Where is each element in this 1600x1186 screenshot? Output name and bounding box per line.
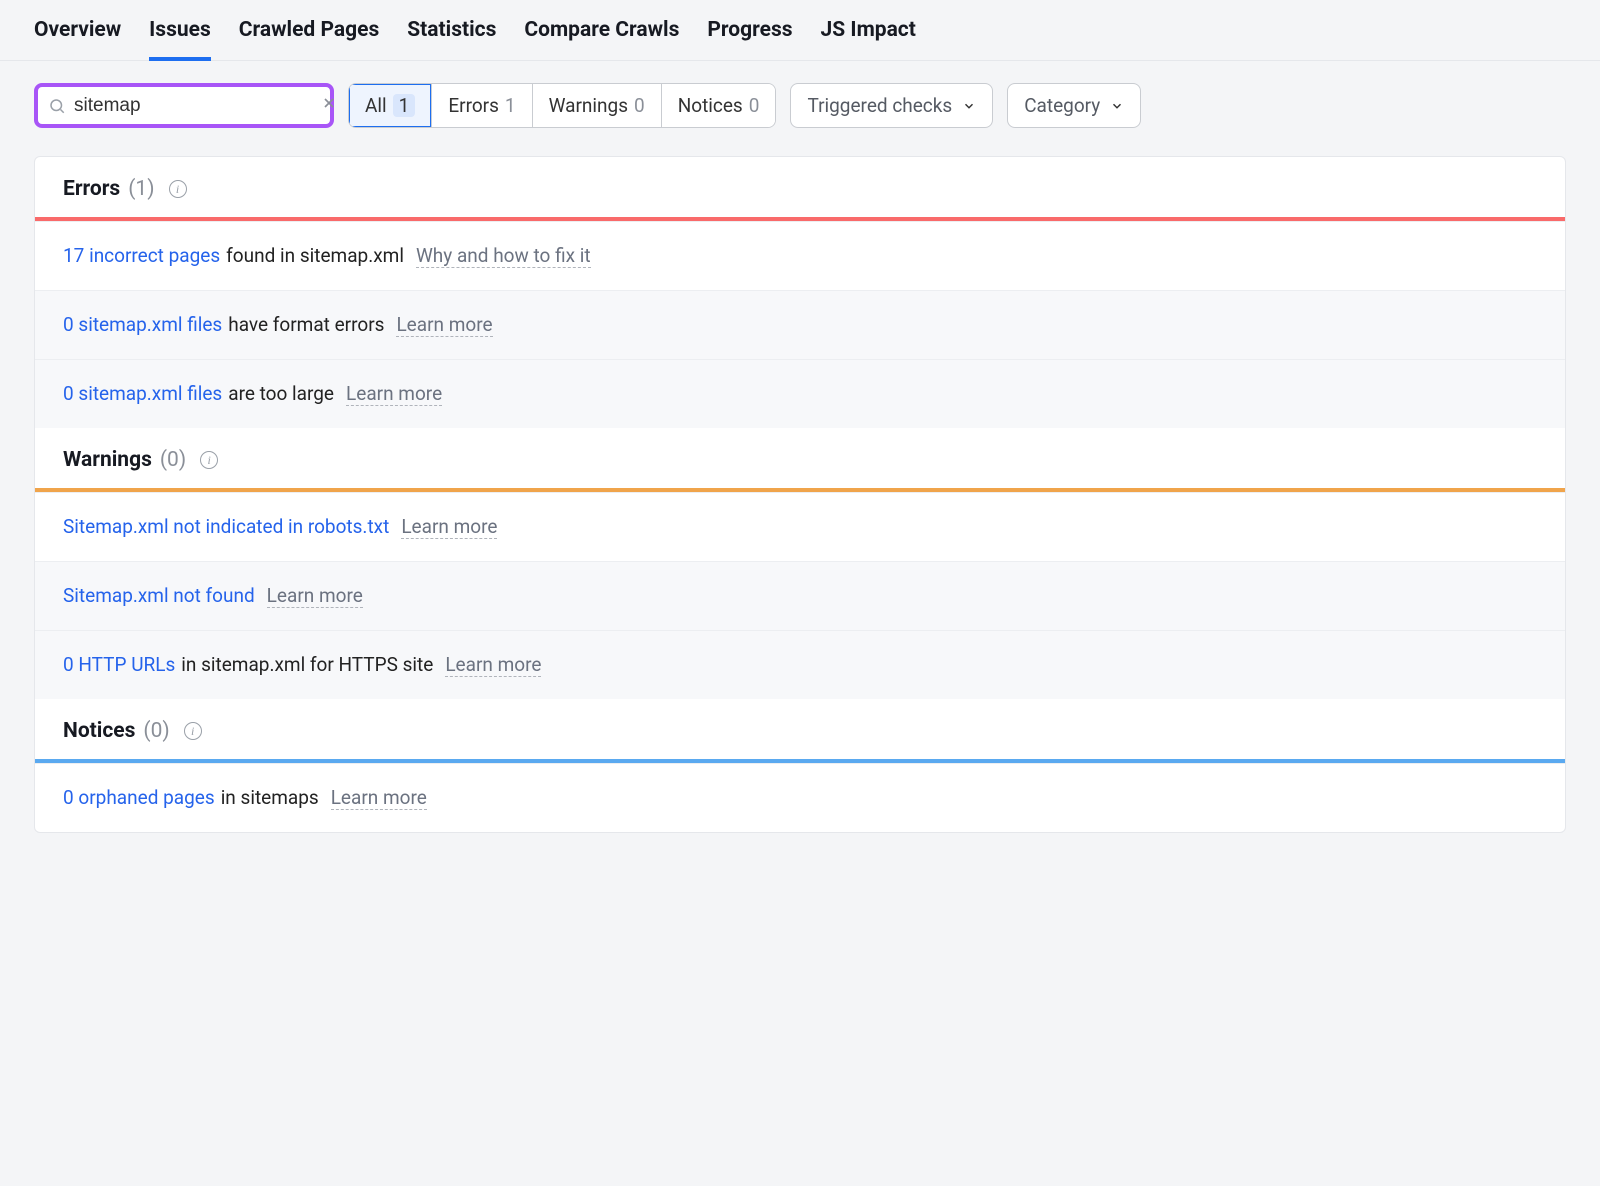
notices-count: (0) bbox=[143, 719, 169, 743]
issue-link[interactable]: Sitemap.xml not found bbox=[63, 584, 255, 607]
issue-row[interactable]: Sitemap.xml not found Learn more bbox=[35, 561, 1565, 630]
issue-text: have format errors bbox=[228, 313, 384, 336]
info-icon[interactable]: i bbox=[200, 451, 218, 469]
issue-row[interactable]: 17 incorrect pages found in sitemap.xml W… bbox=[35, 221, 1565, 290]
filter-notices[interactable]: Notices 0 bbox=[662, 84, 776, 127]
learn-more-link[interactable]: Learn more bbox=[331, 786, 427, 810]
errors-section-header: Errors (1) i bbox=[35, 157, 1565, 217]
issue-row[interactable]: 0 sitemap.xml files are too large Learn m… bbox=[35, 359, 1565, 428]
issue-row[interactable]: Sitemap.xml not indicated in robots.txt L… bbox=[35, 492, 1565, 561]
issue-link[interactable]: 0 HTTP URLs bbox=[63, 653, 175, 676]
issue-link[interactable]: 0 orphaned pages bbox=[63, 786, 215, 809]
issue-link[interactable]: 0 sitemap.xml files bbox=[63, 313, 222, 336]
filter-notices-count: 0 bbox=[749, 94, 760, 117]
chevron-down-icon bbox=[1110, 99, 1124, 113]
warnings-list: Sitemap.xml not indicated in robots.txt L… bbox=[35, 492, 1565, 699]
filter-all[interactable]: All 1 bbox=[349, 84, 432, 127]
issue-text: found in sitemap.xml bbox=[226, 244, 404, 267]
tabbar: Overview Issues Crawled Pages Statistics… bbox=[0, 0, 1600, 61]
issues-panel: Errors (1) i 17 incorrect pages found in… bbox=[34, 156, 1566, 833]
triggered-checks-label: Triggered checks bbox=[807, 94, 952, 117]
issue-link[interactable]: 17 incorrect pages bbox=[63, 244, 220, 267]
learn-more-link[interactable]: Learn more bbox=[396, 313, 492, 337]
learn-more-link[interactable]: Why and how to fix it bbox=[416, 244, 591, 268]
info-icon[interactable]: i bbox=[184, 722, 202, 740]
tab-compare-crawls[interactable]: Compare Crawls bbox=[524, 18, 679, 60]
search-icon bbox=[48, 97, 66, 115]
filter-errors-label: Errors bbox=[448, 94, 499, 117]
learn-more-link[interactable]: Learn more bbox=[267, 584, 363, 608]
search-input[interactable] bbox=[74, 95, 319, 117]
filter-notices-label: Notices bbox=[678, 94, 743, 117]
filter-all-label: All bbox=[365, 94, 387, 117]
filter-warnings-label: Warnings bbox=[549, 94, 628, 117]
tab-progress[interactable]: Progress bbox=[707, 18, 792, 60]
filter-segmented: All 1 Errors 1 Warnings 0 Notices 0 bbox=[348, 83, 776, 128]
tab-issues[interactable]: Issues bbox=[149, 18, 211, 60]
chevron-down-icon bbox=[962, 99, 976, 113]
errors-title: Errors bbox=[63, 177, 120, 201]
learn-more-link[interactable]: Learn more bbox=[401, 515, 497, 539]
issue-row[interactable]: 0 HTTP URLs in sitemap.xml for HTTPS sit… bbox=[35, 630, 1565, 699]
issue-link[interactable]: 0 sitemap.xml files bbox=[63, 382, 222, 405]
learn-more-link[interactable]: Learn more bbox=[445, 653, 541, 677]
search-box[interactable] bbox=[34, 83, 334, 128]
warnings-title: Warnings bbox=[63, 448, 152, 472]
tab-overview[interactable]: Overview bbox=[34, 18, 121, 60]
info-icon[interactable]: i bbox=[169, 180, 187, 198]
tab-statistics[interactable]: Statistics bbox=[407, 18, 496, 60]
errors-count: (1) bbox=[128, 177, 154, 201]
triggered-checks-dropdown[interactable]: Triggered checks bbox=[790, 83, 993, 128]
notices-list: 0 orphaned pages in sitemaps Learn more bbox=[35, 763, 1565, 832]
category-label: Category bbox=[1024, 94, 1100, 117]
filter-warnings-count: 0 bbox=[634, 94, 645, 117]
filter-errors[interactable]: Errors 1 bbox=[432, 84, 532, 127]
tab-js-impact[interactable]: JS Impact bbox=[821, 18, 916, 60]
clear-search-icon[interactable] bbox=[319, 93, 339, 118]
filter-all-count: 1 bbox=[393, 94, 416, 117]
tab-crawled-pages[interactable]: Crawled Pages bbox=[239, 18, 379, 60]
issue-text: are too large bbox=[228, 382, 334, 405]
issue-text: in sitemaps bbox=[221, 786, 319, 809]
issue-row[interactable]: 0 orphaned pages in sitemaps Learn more bbox=[35, 763, 1565, 832]
category-dropdown[interactable]: Category bbox=[1007, 83, 1141, 128]
issue-row[interactable]: 0 sitemap.xml files have format errors Le… bbox=[35, 290, 1565, 359]
errors-list: 17 incorrect pages found in sitemap.xml W… bbox=[35, 221, 1565, 428]
warnings-count: (0) bbox=[160, 448, 186, 472]
notices-section-header: Notices (0) i bbox=[35, 699, 1565, 759]
toolbar: All 1 Errors 1 Warnings 0 Notices 0 Trig… bbox=[0, 61, 1600, 146]
issue-text: in sitemap.xml for HTTPS site bbox=[181, 653, 433, 676]
notices-title: Notices bbox=[63, 719, 135, 743]
learn-more-link[interactable]: Learn more bbox=[346, 382, 442, 406]
filter-errors-count: 1 bbox=[505, 94, 516, 117]
warnings-section-header: Warnings (0) i bbox=[35, 428, 1565, 488]
issue-link[interactable]: Sitemap.xml not indicated in robots.txt bbox=[63, 515, 389, 538]
filter-warnings[interactable]: Warnings 0 bbox=[533, 84, 662, 127]
